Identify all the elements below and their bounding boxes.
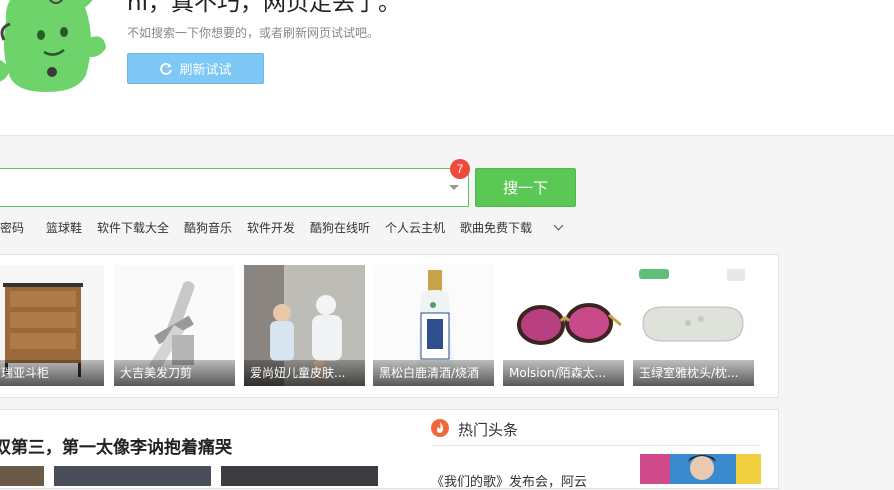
search-dropdown-icon[interactable] bbox=[449, 185, 459, 190]
hotword-link[interactable]: 注密码 bbox=[0, 219, 24, 236]
hot-news-thumbnail[interactable] bbox=[640, 454, 761, 484]
chevron-down-icon[interactable] bbox=[553, 220, 564, 231]
mascot-illustration bbox=[0, 0, 106, 92]
product-card[interactable]: 玉绿室雅枕头/枕... bbox=[633, 265, 754, 386]
hotword-link[interactable]: 酷狗音乐 bbox=[184, 219, 232, 236]
refresh-label: 刷新试试 bbox=[179, 63, 232, 78]
product-card[interactable]: 黑松白鹿清酒/烧酒 bbox=[373, 265, 494, 386]
product-card[interactable]: 爱尚妞儿童皮肤... bbox=[244, 265, 365, 386]
news-thumbnail[interactable] bbox=[54, 466, 211, 486]
hotword-link[interactable]: 软件开发 bbox=[247, 219, 295, 236]
hotword-link[interactable]: 歌曲免费下载 bbox=[460, 219, 532, 236]
hotword-link[interactable]: 篮球鞋 bbox=[46, 219, 82, 236]
product-caption: 黑松白鹿清酒/烧酒 bbox=[373, 360, 494, 386]
product-card[interactable]: 大吉美发刀剪 bbox=[114, 265, 235, 386]
notification-badge: 7 bbox=[450, 159, 470, 179]
product-caption: Molsion/陌森太... bbox=[503, 360, 624, 386]
fire-icon bbox=[431, 419, 449, 437]
hotword-link[interactable]: 个人云主机 bbox=[385, 219, 445, 236]
news-thumbnail[interactable] bbox=[221, 466, 378, 486]
search-button[interactable]: 搜一下 bbox=[475, 168, 576, 207]
error-subtitle: 不如搜索一下你想要的，或者刷新网页试试吧。 bbox=[127, 26, 380, 40]
product-caption: 大吉美发刀剪 bbox=[114, 360, 235, 386]
error-banner: hi，真不巧，网页走丢了。 不如搜索一下你想要的，或者刷新网页试试吧。 刷新试试 bbox=[0, 0, 894, 136]
product-caption: 玉绿室雅枕头/枕... bbox=[633, 360, 754, 386]
news-thumbnail[interactable] bbox=[0, 466, 44, 486]
search-input[interactable] bbox=[0, 168, 469, 207]
product-card[interactable]: Molsion/陌森太... bbox=[503, 265, 624, 386]
hotword-link[interactable]: 软件下载大全 bbox=[97, 219, 169, 236]
divider bbox=[431, 445, 761, 446]
error-title: hi，真不巧，网页走丢了。 bbox=[127, 0, 401, 16]
product-caption: 艾瑞亚斗柜 bbox=[0, 360, 104, 386]
news-headline[interactable]: 双第三，第一太像李讷抱着痛哭 bbox=[0, 433, 232, 458]
hot-news-title: 热门头条 bbox=[458, 421, 519, 439]
product-card[interactable]: 艾瑞亚斗柜 bbox=[0, 265, 104, 386]
refresh-button[interactable]: 刷新试试 bbox=[127, 53, 264, 84]
refresh-icon bbox=[159, 62, 173, 76]
hotword-link[interactable]: 酷狗在线听 bbox=[310, 219, 370, 236]
product-caption: 爱尚妞儿童皮肤... bbox=[244, 360, 365, 386]
